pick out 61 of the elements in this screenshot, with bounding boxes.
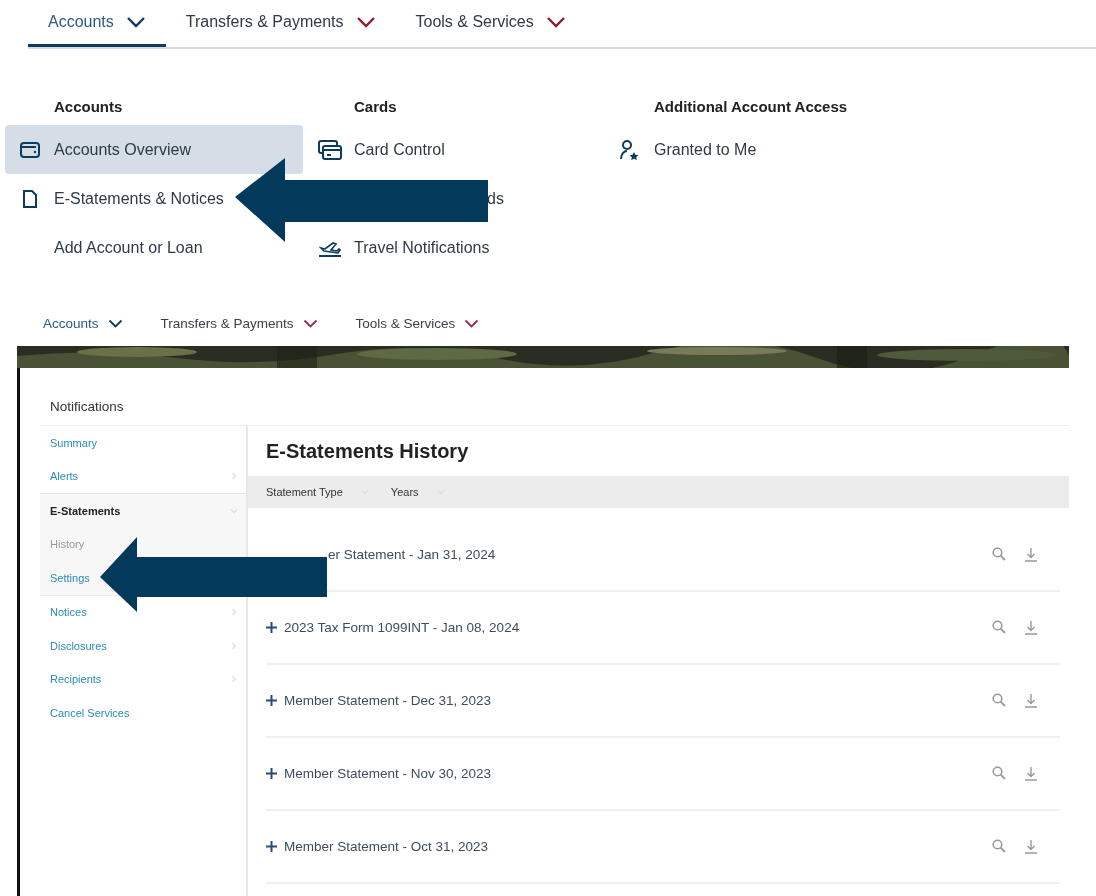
chevron-down-icon — [302, 318, 318, 328]
menu-heading: Accounts — [54, 96, 124, 117]
menu-item[interactable]: Granted to Me — [654, 140, 757, 159]
sidebar-item[interactable]: Summary — [40, 426, 246, 460]
nav-tab[interactable]: Tools & Services — [355, 315, 480, 331]
plus-icon[interactable] — [266, 622, 277, 633]
document-icon — [22, 189, 37, 208]
menu-item[interactable]: Card Control — [354, 140, 445, 159]
search-icon[interactable] — [992, 620, 1006, 634]
sidebar-item[interactable]: Recipients — [40, 662, 246, 696]
plus-icon[interactable] — [266, 768, 277, 779]
statement-link[interactable]: Member Statement - Oct 31, 2023 — [284, 839, 992, 854]
menu-item[interactable]: Add Account or Loan — [54, 238, 203, 257]
nav-tab[interactable]: Transfers & Payments — [165, 0, 396, 47]
chevron-down-icon — [125, 16, 146, 28]
chevron-right-icon — [230, 608, 238, 617]
download-icon[interactable] — [1024, 547, 1038, 562]
statement-link[interactable]: Member Statement - Nov 30, 2023 — [284, 766, 992, 781]
sidebar-subitem[interactable]: Settings — [50, 571, 90, 584]
menu-item[interactable]: E-Statements & Notices — [54, 189, 224, 208]
nav-tab[interactable]: Accounts — [28, 0, 166, 47]
sidebar-item[interactable]: Disclosures — [40, 629, 246, 663]
download-icon[interactable] — [1024, 693, 1038, 708]
panel-title: Notifications — [49, 398, 125, 416]
filter-dropdown[interactable]: Statement Type — [266, 486, 369, 498]
menu-heading: Additional Account Access — [654, 96, 849, 117]
plus-icon[interactable] — [266, 841, 277, 852]
download-icon[interactable] — [1024, 620, 1038, 635]
sidebar-item[interactable]: Cancel Services — [40, 696, 246, 730]
statement-link[interactable]: 2023 Tax Form 1099INT - Jan 08, 2024 — [284, 620, 992, 635]
sidebar-item[interactable]: E-Statements — [40, 494, 246, 528]
plus-icon[interactable] — [266, 695, 277, 706]
menu-item[interactable]: Accounts Overview — [5, 125, 303, 174]
sidebar-item[interactable]: Notices — [40, 595, 246, 629]
chevron-down-icon — [355, 16, 376, 28]
menu-heading: Cards — [354, 96, 398, 117]
nav-tab[interactable]: Accounts — [43, 315, 123, 331]
search-icon[interactable] — [992, 693, 1006, 707]
statement-link[interactable]: er Statement - Jan 31, 2024 — [328, 547, 992, 562]
page-title: E-Statements History — [265, 439, 470, 464]
menu-item[interactable]: Travel Notifications — [354, 238, 490, 257]
person-star-icon — [618, 139, 641, 160]
search-icon[interactable] — [992, 547, 1006, 561]
nav-tab[interactable]: Transfers & Payments — [160, 315, 318, 331]
chevron-down-icon — [464, 318, 480, 328]
filter-dropdown[interactable]: Years — [390, 486, 445, 498]
chevron-down-icon — [545, 16, 566, 28]
statement-link[interactable]: Member Statement - Dec 31, 2023 — [284, 693, 992, 708]
search-icon[interactable] — [992, 766, 1006, 780]
chevron-right-icon — [230, 675, 238, 684]
download-icon[interactable] — [1024, 839, 1038, 854]
nav-tab[interactable]: Tools & Services — [395, 0, 586, 47]
sidebar-item[interactable]: Alerts — [40, 459, 246, 493]
wallet-icon — [19, 140, 40, 159]
menu-item[interactable]: ds — [487, 189, 504, 208]
chevron-down-icon — [107, 318, 123, 328]
chevron-right-icon — [230, 472, 238, 481]
search-icon[interactable] — [992, 839, 1006, 853]
download-icon[interactable] — [1024, 766, 1038, 781]
credit-card-icon — [317, 139, 342, 160]
chevron-right-icon — [230, 641, 238, 650]
